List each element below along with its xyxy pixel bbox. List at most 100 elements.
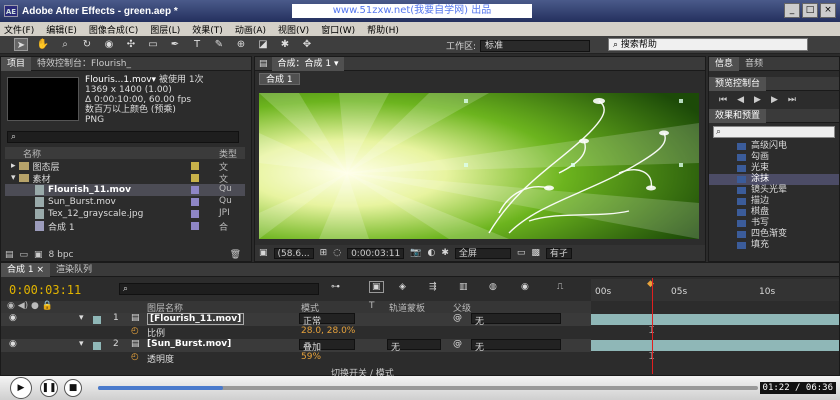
current-time[interactable]: 0:00:03:11 xyxy=(347,247,405,259)
project-search-input[interactable]: ⌕ xyxy=(7,131,239,143)
clone-tool-icon[interactable]: ⊕ xyxy=(234,38,248,51)
pen-tool-icon[interactable]: ✒ xyxy=(168,38,182,51)
property-value[interactable]: 59% xyxy=(301,352,321,362)
menu-view[interactable]: 视图(V) xyxy=(278,23,309,36)
close-button[interactable]: × xyxy=(820,3,836,18)
expand-arrow-icon[interactable]: ▾ xyxy=(79,339,84,349)
workspace-dropdown[interactable]: 标准 xyxy=(480,39,590,52)
property-value[interactable]: 28.0, 28.0% xyxy=(301,326,355,336)
always-preview-icon[interactable]: ▣ xyxy=(259,248,268,258)
minimize-button[interactable]: _ xyxy=(784,3,800,18)
rotate-tool-icon[interactable]: ↻ xyxy=(80,38,94,51)
project-item-comp[interactable]: 合成 1 合 xyxy=(5,220,245,233)
viewer-lock-icon[interactable]: ▤ xyxy=(255,59,272,69)
effect-item[interactable]: 棋盘 xyxy=(709,207,839,218)
eraser-tool-icon[interactable]: ◪ xyxy=(256,38,270,51)
column-t[interactable]: T xyxy=(369,301,375,311)
tab-render-queue[interactable]: 渲染队列 xyxy=(50,263,98,277)
project-item-sunburst[interactable]: Sun_Burst.mov Qu xyxy=(5,196,245,208)
eye-icon[interactable]: ◉ xyxy=(9,339,17,349)
new-comp-icon[interactable]: ▣ xyxy=(34,250,43,260)
tab-composition[interactable]: 合成：合成 1 ▾ xyxy=(271,56,345,71)
text-tool-icon[interactable]: T xyxy=(190,38,204,51)
effect-item[interactable]: 勾画 xyxy=(709,152,839,163)
menu-layer[interactable]: 图层(L) xyxy=(150,23,180,36)
trash-icon[interactable]: 🗑 xyxy=(230,250,241,260)
parent-dropdown[interactable]: 无 xyxy=(471,313,561,327)
show-snapshot-icon[interactable]: ◐ xyxy=(427,248,435,258)
graph-editor-icon[interactable]: ⎍ xyxy=(557,282,563,292)
playhead-line[interactable] xyxy=(652,278,653,374)
transparency-grid-icon[interactable]: ▩ xyxy=(531,248,540,258)
layer-name[interactable]: [Flourish_11.mov] xyxy=(147,313,245,325)
effect-item[interactable]: 光束 xyxy=(709,163,839,174)
project-item-texture[interactable]: Tex_12_grayscale.jpg JPI xyxy=(5,208,245,220)
help-search-input[interactable]: ⌕ 搜索帮助 xyxy=(608,38,808,51)
grid-icon[interactable]: ⊞ xyxy=(320,248,328,258)
layer-2-duration-bar[interactable] xyxy=(591,340,839,351)
stopwatch-icon[interactable]: ◴ xyxy=(131,352,139,362)
menu-window[interactable]: 窗口(W) xyxy=(321,23,355,36)
timeline-timecode[interactable]: 0:00:03:11 xyxy=(9,283,81,297)
motion-blur-icon[interactable]: ◍ xyxy=(489,282,497,292)
tab-preview[interactable]: 预览控制台 xyxy=(709,76,767,91)
rectangle-tool-icon[interactable]: ▭ xyxy=(146,38,160,51)
resolution-dropdown[interactable]: 全屏 xyxy=(454,247,511,259)
channel-icon[interactable]: ✱ xyxy=(441,248,449,258)
hand-tool-icon[interactable]: ✋ xyxy=(36,38,50,51)
selection-tool-icon[interactable]: ➤ xyxy=(14,38,28,51)
menu-file[interactable]: 文件(F) xyxy=(4,23,34,36)
layer-row-1[interactable]: ◉ ▾ 1 ▤ [Flourish_11.mov] 正常 @ 无 xyxy=(1,313,591,327)
effect-item[interactable]: 填充 xyxy=(709,240,839,251)
project-item-folder-1[interactable]: ▸ 图态层 文 xyxy=(5,160,245,173)
parent-dropdown[interactable]: 无 xyxy=(471,339,561,353)
effect-item[interactable]: 高级闪电 xyxy=(709,141,839,152)
track-matte-dropdown[interactable]: 无 xyxy=(387,339,441,353)
puppet-tool-icon[interactable]: ✥ xyxy=(300,38,314,51)
composition-viewer[interactable] xyxy=(259,93,699,239)
first-frame-icon[interactable]: ⏮ xyxy=(719,95,727,105)
brainstorm-icon[interactable]: ◉ xyxy=(521,282,529,292)
region-of-interest-icon[interactable]: ▭ xyxy=(517,248,526,258)
pan-behind-tool-icon[interactable]: ✣ xyxy=(124,38,138,51)
prev-frame-icon[interactable]: ◀ xyxy=(737,95,744,105)
tab-effects-presets[interactable]: 效果和预置 xyxy=(709,108,767,123)
menu-composition[interactable]: 图像合成(C) xyxy=(89,23,138,36)
expand-arrow-icon[interactable]: ▸ xyxy=(11,161,16,171)
stopwatch-icon[interactable]: ◴ xyxy=(131,326,139,336)
layer-mode-dropdown[interactable]: 正常 xyxy=(299,313,355,327)
new-folder-icon[interactable]: ▭ xyxy=(20,250,29,260)
magnification-dropdown[interactable]: (58.6... xyxy=(273,247,314,259)
project-item-folder-2[interactable]: ▾ 素材 文 xyxy=(5,172,245,185)
menu-edit[interactable]: 编辑(E) xyxy=(46,23,77,36)
brush-tool-icon[interactable]: ✎ xyxy=(212,38,226,51)
expand-arrow-icon[interactable]: ▾ xyxy=(11,173,16,183)
mask-visibility-icon[interactable]: ◌ xyxy=(333,248,341,258)
menu-effect[interactable]: 效果(T) xyxy=(192,23,223,36)
effects-search-input[interactable]: ⌕ xyxy=(713,126,835,138)
label-color[interactable] xyxy=(93,316,101,324)
bit-depth[interactable]: 8 bpc xyxy=(49,250,74,260)
project-item-flourish[interactable]: Flourish_11.mov Qu xyxy=(5,184,245,196)
camera-tool-icon[interactable]: ◉ xyxy=(102,38,116,51)
tab-info[interactable]: 信息 xyxy=(709,56,740,71)
hide-shy-icon[interactable]: ⇶ xyxy=(429,282,437,292)
comp-mini-flowchart-icon[interactable]: ⊶ xyxy=(331,282,340,292)
draft-3d-icon[interactable]: ◈ xyxy=(399,282,406,292)
footage-name[interactable]: Flouris...1.mov▾ xyxy=(85,75,156,85)
label-color[interactable] xyxy=(93,342,101,350)
last-frame-icon[interactable]: ⏭ xyxy=(788,95,796,105)
effect-item[interactable]: 描边 xyxy=(709,196,839,207)
layer-row-2[interactable]: ◉ ▾ 2 ▤ [Sun_Burst.mov] 叠加 无 @ 无 xyxy=(1,339,591,353)
play-icon[interactable]: ▶ xyxy=(754,95,761,105)
tab-effect-controls[interactable]: 特效控制台：Flourish_ xyxy=(31,57,137,71)
column-name[interactable]: 名称 xyxy=(23,147,41,160)
column-type[interactable]: 类型 xyxy=(219,147,237,160)
time-ruler[interactable]: 00s 05s 10s ◆ xyxy=(591,279,839,301)
tab-audio[interactable]: 音频 xyxy=(739,57,769,71)
playback-progress[interactable] xyxy=(98,386,758,390)
stop-button[interactable]: ■ xyxy=(64,379,82,397)
play-button[interactable]: ▶ xyxy=(10,377,32,399)
expand-arrow-icon[interactable]: ▾ xyxy=(79,313,84,323)
maximize-button[interactable]: □ xyxy=(802,3,818,18)
